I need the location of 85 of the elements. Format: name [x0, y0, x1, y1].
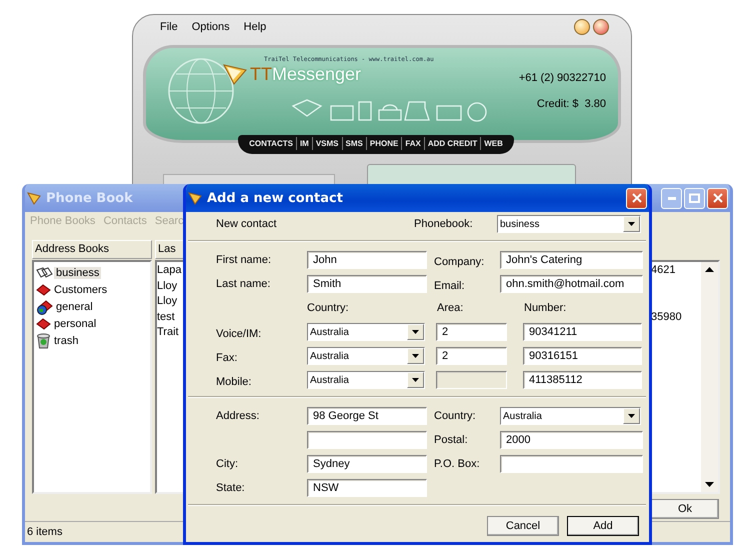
- field-label: City:: [216, 458, 239, 470]
- input-field[interactable]: 90316151: [523, 347, 642, 365]
- tree-item[interactable]: general: [54, 301, 95, 313]
- table-cell-text: 35980: [651, 310, 683, 324]
- caret-icon: [407, 372, 424, 388]
- status-text: 6 items: [27, 526, 62, 538]
- window-title: Phone Book: [46, 190, 133, 206]
- field-label: Mobile:: [216, 375, 252, 388]
- ok-button[interactable]: Ok: [651, 499, 719, 519]
- input-field[interactable]: 90341211: [523, 323, 642, 341]
- section-heading: New contact: [216, 218, 278, 230]
- dialog-title: Add a new contact: [207, 190, 343, 206]
- input-field[interactable]: NSW: [307, 479, 427, 497]
- close-button[interactable]: [707, 188, 728, 208]
- input-field[interactable]: [500, 455, 643, 473]
- dialog-button[interactable]: Add: [567, 516, 639, 536]
- input-field[interactable]: [307, 431, 427, 449]
- column-label: Country:: [307, 302, 350, 314]
- caret-icon: [623, 216, 640, 232]
- column-header[interactable]: Address Books: [32, 240, 152, 259]
- scrollbar[interactable]: [701, 262, 718, 492]
- menu-item[interactable]: Options: [192, 21, 230, 33]
- field-label: Voice/IM:: [216, 327, 262, 340]
- tree-item[interactable]: business: [54, 267, 102, 279]
- dropdown[interactable]: Australia: [500, 407, 641, 425]
- table-cell-text: 4621: [651, 263, 676, 278]
- menu-item[interactable]: File: [160, 21, 178, 33]
- field-label: Last name:: [216, 278, 272, 290]
- dialog-button[interactable]: Cancel: [487, 516, 559, 536]
- menu-item[interactable]: Help: [244, 21, 266, 33]
- nav-tab[interactable]: CONTACTS: [246, 137, 297, 150]
- close-button[interactable]: [626, 188, 647, 208]
- trash-icon: [36, 333, 51, 349]
- column-label: Number:: [524, 302, 568, 314]
- field-label: Address:: [216, 410, 260, 422]
- input-field[interactable]: Sydney: [307, 455, 427, 473]
- input-field[interactable]: John: [307, 251, 427, 269]
- tree-item[interactable]: Customers: [52, 284, 110, 296]
- field-label: Email:: [434, 279, 466, 292]
- dropdown[interactable]: Australia: [307, 347, 425, 365]
- nav-tab[interactable]: SMS: [342, 137, 367, 150]
- nav-tab[interactable]: VSMS: [312, 137, 343, 150]
- field-label: Company:: [434, 255, 486, 268]
- column-header[interactable]: Las: [155, 240, 185, 259]
- maximize-button[interactable]: [684, 188, 705, 208]
- field-label: Phonebook:: [414, 218, 474, 230]
- input-field[interactable]: ohn.smith@hotmail.com: [500, 275, 643, 293]
- caret-icon: [623, 408, 640, 424]
- dropdown[interactable]: Australia: [307, 323, 425, 341]
- minimize-button[interactable]: [661, 188, 682, 208]
- input-field[interactable]: Smith: [307, 275, 427, 293]
- tree-item[interactable]: trash: [52, 335, 80, 347]
- field-label: P.O. Box:: [434, 458, 481, 470]
- field-label: Postal:: [434, 434, 469, 446]
- input-field[interactable]: 2: [436, 323, 507, 341]
- field-label: State:: [216, 482, 246, 494]
- table-cell-text: test: [157, 310, 176, 324]
- phone-number: +61 (2) 90322710: [518, 72, 606, 84]
- input-field[interactable]: 2: [436, 347, 507, 365]
- table-cell-text: Lapa: [157, 263, 182, 278]
- logo-icon: [27, 192, 41, 204]
- field-label: Country:: [434, 410, 477, 422]
- tree-item[interactable]: personal: [52, 318, 98, 330]
- table-cell-text: Lloy: [157, 294, 178, 309]
- input-field[interactable]: John's Catering: [500, 251, 643, 269]
- caret-icon: [407, 348, 424, 364]
- nav-tab[interactable]: ADD CREDIT: [424, 137, 482, 150]
- nav-tab[interactable]: IM: [296, 137, 313, 150]
- caret-icon: [407, 324, 424, 340]
- logo-icon: [222, 63, 248, 85]
- nav-tab[interactable]: WEB: [481, 137, 506, 150]
- globe-icon: [166, 56, 236, 126]
- input-field[interactable]: 98 George St: [307, 407, 427, 425]
- input-field[interactable]: 2000: [500, 431, 643, 449]
- maximize-icon: [689, 193, 700, 203]
- column-label: Area:: [437, 302, 464, 314]
- credit-balance: Credit: $ 3.80: [536, 98, 606, 110]
- nav-tab[interactable]: PHONE: [366, 137, 402, 150]
- field-label: Fax:: [216, 351, 238, 364]
- table-cell-text: Trait: [157, 325, 180, 340]
- table-cell-text: Lloy: [157, 278, 178, 294]
- nav-tab[interactable]: FAX: [402, 137, 425, 150]
- field-label: First name:: [216, 254, 272, 266]
- dropdown[interactable]: business: [497, 215, 641, 233]
- brand-name: TTMessenger: [250, 64, 362, 84]
